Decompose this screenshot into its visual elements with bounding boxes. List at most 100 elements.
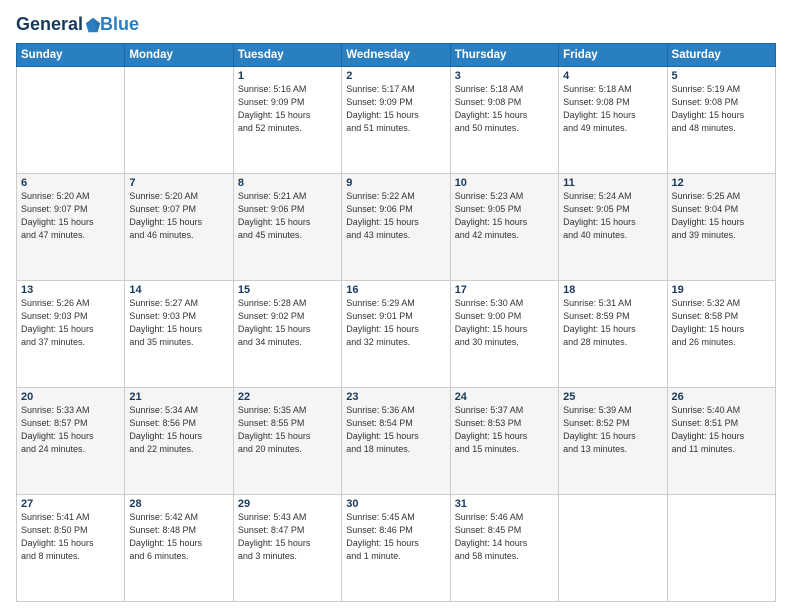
week-row-5: 27Sunrise: 5:41 AM Sunset: 8:50 PM Dayli… bbox=[17, 495, 776, 602]
day-cell: 18Sunrise: 5:31 AM Sunset: 8:59 PM Dayli… bbox=[559, 281, 667, 388]
day-info: Sunrise: 5:37 AM Sunset: 8:53 PM Dayligh… bbox=[455, 404, 554, 456]
day-cell: 9Sunrise: 5:22 AM Sunset: 9:06 PM Daylig… bbox=[342, 174, 450, 281]
day-number: 2 bbox=[346, 70, 445, 82]
weekday-sunday: Sunday bbox=[17, 44, 125, 67]
day-cell: 25Sunrise: 5:39 AM Sunset: 8:52 PM Dayli… bbox=[559, 388, 667, 495]
day-cell: 19Sunrise: 5:32 AM Sunset: 8:58 PM Dayli… bbox=[667, 281, 775, 388]
day-info: Sunrise: 5:20 AM Sunset: 9:07 PM Dayligh… bbox=[129, 190, 228, 242]
day-cell: 20Sunrise: 5:33 AM Sunset: 8:57 PM Dayli… bbox=[17, 388, 125, 495]
logo-blue-text: Blue bbox=[100, 14, 139, 35]
day-cell: 16Sunrise: 5:29 AM Sunset: 9:01 PM Dayli… bbox=[342, 281, 450, 388]
day-number: 21 bbox=[129, 391, 228, 403]
day-number: 13 bbox=[21, 284, 120, 296]
day-number: 27 bbox=[21, 498, 120, 510]
day-cell: 4Sunrise: 5:18 AM Sunset: 9:08 PM Daylig… bbox=[559, 67, 667, 174]
day-info: Sunrise: 5:29 AM Sunset: 9:01 PM Dayligh… bbox=[346, 297, 445, 349]
day-cell: 15Sunrise: 5:28 AM Sunset: 9:02 PM Dayli… bbox=[233, 281, 341, 388]
day-number: 26 bbox=[672, 391, 771, 403]
header: General Blue bbox=[16, 14, 776, 35]
day-number: 19 bbox=[672, 284, 771, 296]
day-info: Sunrise: 5:33 AM Sunset: 8:57 PM Dayligh… bbox=[21, 404, 120, 456]
day-number: 29 bbox=[238, 498, 337, 510]
weekday-saturday: Saturday bbox=[667, 44, 775, 67]
calendar-table: SundayMondayTuesdayWednesdayThursdayFrid… bbox=[16, 43, 776, 602]
day-info: Sunrise: 5:46 AM Sunset: 8:45 PM Dayligh… bbox=[455, 511, 554, 563]
day-cell: 12Sunrise: 5:25 AM Sunset: 9:04 PM Dayli… bbox=[667, 174, 775, 281]
day-number: 11 bbox=[563, 177, 662, 189]
day-cell: 23Sunrise: 5:36 AM Sunset: 8:54 PM Dayli… bbox=[342, 388, 450, 495]
day-info: Sunrise: 5:18 AM Sunset: 9:08 PM Dayligh… bbox=[563, 83, 662, 135]
day-cell: 1Sunrise: 5:16 AM Sunset: 9:09 PM Daylig… bbox=[233, 67, 341, 174]
day-info: Sunrise: 5:27 AM Sunset: 9:03 PM Dayligh… bbox=[129, 297, 228, 349]
day-cell: 27Sunrise: 5:41 AM Sunset: 8:50 PM Dayli… bbox=[17, 495, 125, 602]
day-info: Sunrise: 5:28 AM Sunset: 9:02 PM Dayligh… bbox=[238, 297, 337, 349]
day-info: Sunrise: 5:42 AM Sunset: 8:48 PM Dayligh… bbox=[129, 511, 228, 563]
week-row-2: 6Sunrise: 5:20 AM Sunset: 9:07 PM Daylig… bbox=[17, 174, 776, 281]
day-info: Sunrise: 5:32 AM Sunset: 8:58 PM Dayligh… bbox=[672, 297, 771, 349]
logo: General Blue bbox=[16, 14, 139, 35]
day-info: Sunrise: 5:39 AM Sunset: 8:52 PM Dayligh… bbox=[563, 404, 662, 456]
day-cell bbox=[125, 67, 233, 174]
day-number: 31 bbox=[455, 498, 554, 510]
week-row-4: 20Sunrise: 5:33 AM Sunset: 8:57 PM Dayli… bbox=[17, 388, 776, 495]
day-info: Sunrise: 5:41 AM Sunset: 8:50 PM Dayligh… bbox=[21, 511, 120, 563]
day-cell: 5Sunrise: 5:19 AM Sunset: 9:08 PM Daylig… bbox=[667, 67, 775, 174]
day-info: Sunrise: 5:21 AM Sunset: 9:06 PM Dayligh… bbox=[238, 190, 337, 242]
day-info: Sunrise: 5:22 AM Sunset: 9:06 PM Dayligh… bbox=[346, 190, 445, 242]
day-cell: 11Sunrise: 5:24 AM Sunset: 9:05 PM Dayli… bbox=[559, 174, 667, 281]
day-number: 22 bbox=[238, 391, 337, 403]
day-cell: 31Sunrise: 5:46 AM Sunset: 8:45 PM Dayli… bbox=[450, 495, 558, 602]
weekday-wednesday: Wednesday bbox=[342, 44, 450, 67]
day-number: 25 bbox=[563, 391, 662, 403]
day-info: Sunrise: 5:17 AM Sunset: 9:09 PM Dayligh… bbox=[346, 83, 445, 135]
day-cell: 10Sunrise: 5:23 AM Sunset: 9:05 PM Dayli… bbox=[450, 174, 558, 281]
day-cell: 7Sunrise: 5:20 AM Sunset: 9:07 PM Daylig… bbox=[125, 174, 233, 281]
day-cell: 14Sunrise: 5:27 AM Sunset: 9:03 PM Dayli… bbox=[125, 281, 233, 388]
day-number: 30 bbox=[346, 498, 445, 510]
day-info: Sunrise: 5:25 AM Sunset: 9:04 PM Dayligh… bbox=[672, 190, 771, 242]
day-info: Sunrise: 5:20 AM Sunset: 9:07 PM Dayligh… bbox=[21, 190, 120, 242]
week-row-3: 13Sunrise: 5:26 AM Sunset: 9:03 PM Dayli… bbox=[17, 281, 776, 388]
day-info: Sunrise: 5:23 AM Sunset: 9:05 PM Dayligh… bbox=[455, 190, 554, 242]
day-cell: 6Sunrise: 5:20 AM Sunset: 9:07 PM Daylig… bbox=[17, 174, 125, 281]
day-info: Sunrise: 5:31 AM Sunset: 8:59 PM Dayligh… bbox=[563, 297, 662, 349]
day-cell bbox=[667, 495, 775, 602]
day-cell bbox=[559, 495, 667, 602]
day-info: Sunrise: 5:24 AM Sunset: 9:05 PM Dayligh… bbox=[563, 190, 662, 242]
day-number: 12 bbox=[672, 177, 771, 189]
day-number: 23 bbox=[346, 391, 445, 403]
calendar-body: 1Sunrise: 5:16 AM Sunset: 9:09 PM Daylig… bbox=[17, 67, 776, 602]
day-cell: 21Sunrise: 5:34 AM Sunset: 8:56 PM Dayli… bbox=[125, 388, 233, 495]
day-number: 9 bbox=[346, 177, 445, 189]
calendar-page: General Blue SundayMondayTuesdayWednesda… bbox=[0, 0, 792, 612]
day-cell: 17Sunrise: 5:30 AM Sunset: 9:00 PM Dayli… bbox=[450, 281, 558, 388]
day-number: 4 bbox=[563, 70, 662, 82]
day-info: Sunrise: 5:35 AM Sunset: 8:55 PM Dayligh… bbox=[238, 404, 337, 456]
day-number: 8 bbox=[238, 177, 337, 189]
week-row-1: 1Sunrise: 5:16 AM Sunset: 9:09 PM Daylig… bbox=[17, 67, 776, 174]
day-cell: 26Sunrise: 5:40 AM Sunset: 8:51 PM Dayli… bbox=[667, 388, 775, 495]
day-number: 14 bbox=[129, 284, 228, 296]
day-number: 10 bbox=[455, 177, 554, 189]
logo-general-text: General bbox=[16, 14, 83, 35]
day-info: Sunrise: 5:30 AM Sunset: 9:00 PM Dayligh… bbox=[455, 297, 554, 349]
day-number: 18 bbox=[563, 284, 662, 296]
day-number: 3 bbox=[455, 70, 554, 82]
day-cell bbox=[17, 67, 125, 174]
day-cell: 2Sunrise: 5:17 AM Sunset: 9:09 PM Daylig… bbox=[342, 67, 450, 174]
day-info: Sunrise: 5:18 AM Sunset: 9:08 PM Dayligh… bbox=[455, 83, 554, 135]
day-cell: 29Sunrise: 5:43 AM Sunset: 8:47 PM Dayli… bbox=[233, 495, 341, 602]
day-number: 24 bbox=[455, 391, 554, 403]
day-info: Sunrise: 5:26 AM Sunset: 9:03 PM Dayligh… bbox=[21, 297, 120, 349]
day-number: 17 bbox=[455, 284, 554, 296]
day-number: 16 bbox=[346, 284, 445, 296]
day-info: Sunrise: 5:19 AM Sunset: 9:08 PM Dayligh… bbox=[672, 83, 771, 135]
weekday-thursday: Thursday bbox=[450, 44, 558, 67]
day-cell: 30Sunrise: 5:45 AM Sunset: 8:46 PM Dayli… bbox=[342, 495, 450, 602]
day-info: Sunrise: 5:40 AM Sunset: 8:51 PM Dayligh… bbox=[672, 404, 771, 456]
day-cell: 28Sunrise: 5:42 AM Sunset: 8:48 PM Dayli… bbox=[125, 495, 233, 602]
day-number: 1 bbox=[238, 70, 337, 82]
day-cell: 13Sunrise: 5:26 AM Sunset: 9:03 PM Dayli… bbox=[17, 281, 125, 388]
day-cell: 22Sunrise: 5:35 AM Sunset: 8:55 PM Dayli… bbox=[233, 388, 341, 495]
weekday-friday: Friday bbox=[559, 44, 667, 67]
